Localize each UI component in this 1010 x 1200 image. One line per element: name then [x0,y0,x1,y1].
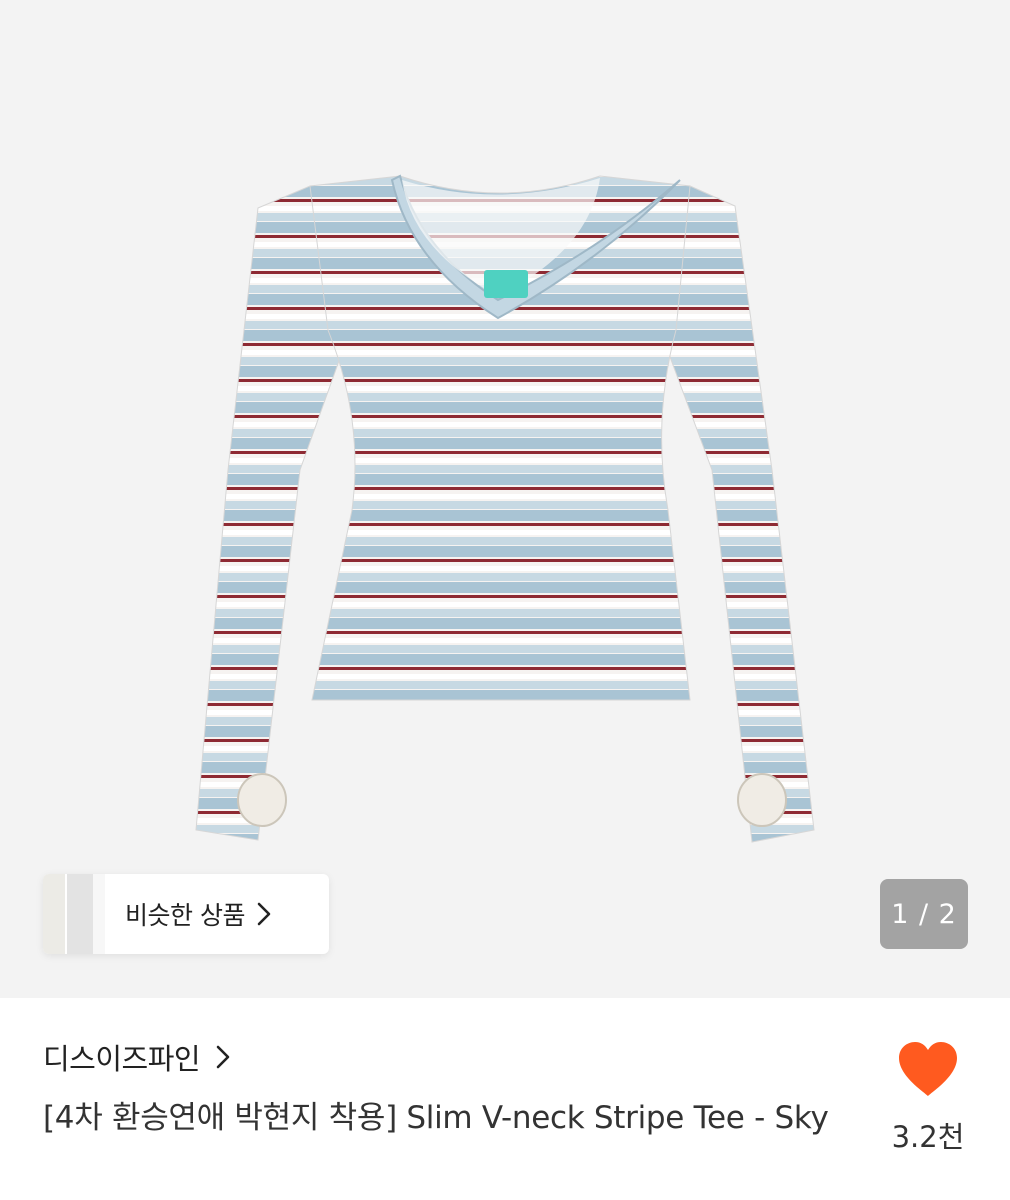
brand-label [484,270,528,298]
heart-icon [899,1042,957,1096]
like-count: 3.2천 [891,1120,965,1154]
chevron-right-icon [257,902,271,926]
similar-products-thumbnails [43,874,105,954]
product-info: 디스이즈파인 [4차 환승연애 박현지 착용] Slim V-neck Stri… [0,998,1010,1200]
product-image [195,174,815,843]
similar-products-button[interactable]: 비슷한 상품 [43,874,329,954]
image-page-indicator: 1 / 2 [880,879,968,949]
product-image-viewer[interactable]: 비슷한 상품 1 / 2 [0,0,1010,998]
product-title: [4차 환승연애 박현지 착용] Slim V-neck Stripe Tee … [43,1100,829,1136]
like-button[interactable]: 3.2천 [876,1040,980,1156]
chevron-right-icon [216,1045,230,1069]
similar-products-label: 비슷한 상품 [125,901,245,930]
right-sleeve [659,185,815,843]
right-cuff-ruffle [737,773,787,827]
seller-name: 디스이즈파인 [43,1042,201,1076]
left-cuff-ruffle [237,773,287,827]
seller-link[interactable]: 디스이즈파인 [43,1036,230,1078]
